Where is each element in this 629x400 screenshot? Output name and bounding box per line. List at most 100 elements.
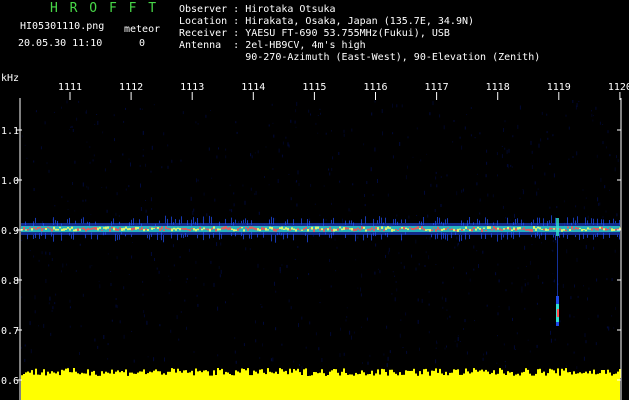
noise-pixel — [90, 214, 92, 216]
noise-pixel — [363, 143, 365, 146]
noise-bar-spike — [293, 369, 295, 378]
noise-pixel — [482, 357, 484, 361]
carrier-fringe — [519, 232, 520, 238]
noise-bar-spike — [519, 375, 521, 378]
noise-bar-spike — [517, 373, 519, 378]
noise-bar-spike — [89, 375, 91, 378]
noise-pixel — [461, 145, 463, 150]
carrier-fringe — [221, 233, 222, 239]
carrier-fringe — [241, 220, 242, 224]
carrier-core-pixel — [137, 227, 139, 230]
carrier-core-pixel — [141, 227, 143, 230]
carrier-core-pixel — [121, 228, 123, 231]
noise-pixel — [546, 131, 548, 134]
noise-pixel — [541, 242, 543, 244]
carrier-core-pixel — [511, 229, 513, 231]
carrier-fringe — [537, 217, 538, 225]
noise-bar-spike — [117, 370, 119, 378]
noise-bar-spike — [479, 370, 481, 378]
carrier-fringe — [401, 233, 402, 241]
noise-bar-spike — [353, 375, 355, 378]
carrier-core-pixel — [589, 228, 591, 230]
carrier-fringe — [69, 232, 70, 236]
noise-pixel — [193, 351, 195, 353]
noise-pixel — [217, 354, 219, 357]
carrier-fringe — [73, 232, 74, 240]
noise-pixel — [464, 319, 466, 323]
noise-bar-spike — [419, 371, 421, 378]
carrier-core-pixel — [139, 228, 141, 231]
noise-bar-spike — [287, 374, 289, 378]
noise-pixel — [609, 154, 611, 157]
noise-pixel — [349, 210, 351, 212]
noise-bar-spike — [547, 373, 549, 378]
noise-bar-spike — [41, 372, 43, 378]
noise-pixel — [290, 306, 292, 310]
noise-pixel — [128, 185, 130, 188]
noise-pixel — [225, 155, 227, 159]
noise-pixel — [85, 111, 87, 114]
carrier-core-pixel — [467, 228, 469, 230]
carrier-core-pixel — [375, 226, 377, 229]
carrier-core-pixel — [233, 229, 235, 232]
carrier-fringe — [307, 234, 308, 243]
noise-bar-spike — [403, 374, 405, 378]
carrier-core-pixel — [523, 227, 525, 230]
noise-pixel — [394, 275, 396, 277]
carrier-core-pixel — [111, 226, 113, 229]
noise-pixel — [566, 365, 568, 367]
noise-pixel — [72, 129, 74, 132]
carrier-core-pixel — [485, 229, 487, 232]
noise-bar-spike — [179, 371, 181, 378]
carrier-core-pixel — [531, 229, 533, 232]
noise-bar-spike — [341, 371, 343, 378]
carrier-fringe — [211, 216, 212, 225]
carrier-core-pixel — [565, 229, 567, 232]
x-tick-label: 1114 — [241, 82, 265, 93]
noise-bar-spike — [467, 371, 469, 378]
noise-pixel — [259, 357, 261, 359]
noise-bar-spike — [91, 371, 93, 378]
noise-bar-spike — [93, 370, 95, 378]
noise-pixel — [87, 186, 89, 190]
carrier-core-pixel — [429, 229, 431, 232]
carrier-fringe — [517, 218, 518, 224]
carrier-core-pixel — [241, 227, 243, 229]
noise-bar-spike — [267, 368, 269, 378]
noise-bar-spike — [347, 374, 349, 378]
noise-bar-spike — [177, 368, 179, 378]
noise-pixel — [339, 180, 341, 183]
noise-bar-spike — [313, 372, 315, 378]
noise-pixel — [184, 299, 186, 302]
noise-bar-spike — [579, 372, 581, 378]
noise-pixel — [392, 103, 393, 108]
carrier-core-pixel — [145, 228, 147, 231]
noise-pixel — [297, 277, 298, 280]
carrier-fringe — [285, 221, 286, 225]
noise-pixel — [517, 124, 519, 129]
carrier-core-pixel — [327, 228, 329, 231]
carrier-core-pixel — [43, 227, 45, 229]
noise-pixel — [111, 319, 113, 322]
noise-bar-spike — [365, 375, 367, 378]
carrier-fringe — [367, 233, 368, 238]
noise-pixel — [233, 203, 235, 207]
noise-pixel — [123, 286, 125, 290]
noise-pixel — [96, 114, 98, 115]
noise-bar-spike — [421, 374, 423, 378]
noise-pixel — [117, 305, 118, 309]
noise-pixel — [258, 211, 260, 215]
carrier-core-pixel — [225, 226, 227, 229]
carrier-core-pixel — [279, 227, 281, 230]
noise-pixel — [374, 147, 376, 152]
noise-pixel — [605, 146, 607, 149]
carrier-core-pixel — [583, 229, 585, 231]
noise-pixel — [510, 164, 512, 167]
noise-bar-spike — [541, 372, 543, 378]
carrier-core-pixel — [227, 227, 229, 231]
carrier-core-pixel — [293, 228, 295, 231]
noise-pixel — [361, 273, 363, 278]
noise-pixel — [288, 299, 290, 303]
noise-pixel — [497, 174, 498, 177]
noise-bar-spike — [493, 370, 495, 378]
